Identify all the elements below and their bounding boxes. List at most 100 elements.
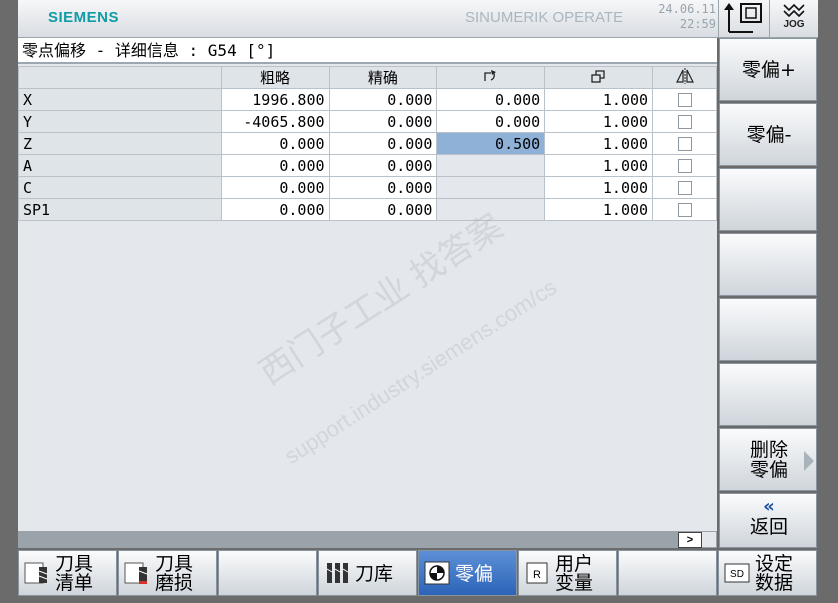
coarse-value[interactable]: 0.000 xyxy=(220,154,330,177)
header-bar: SIEMENS SINUMERIK OPERATE 24.06.11 22:59 xyxy=(18,0,718,38)
scale-value[interactable]: 1.000 xyxy=(544,198,654,221)
scale-column-header xyxy=(544,66,654,89)
jog-mode-indicator[interactable]: JOG xyxy=(769,0,818,38)
fine-value[interactable]: 0.000 xyxy=(328,110,438,133)
table-row: A 0.000 0.000 1.000 xyxy=(18,154,717,177)
time-display: 22:59 xyxy=(679,17,716,31)
scale-value[interactable]: 1.000 xyxy=(544,132,654,155)
softkey-label: 刀具 磨损 xyxy=(155,553,194,594)
coarse-column-header: 粗略 xyxy=(220,66,330,89)
rotation-value-empty xyxy=(436,154,546,177)
softkey-label: 零偏 xyxy=(455,562,494,585)
scale-value[interactable]: 1.000 xyxy=(544,154,654,177)
axis-label: X xyxy=(18,88,222,111)
mirror-checkbox-cell[interactable] xyxy=(652,110,717,133)
fine-value[interactable]: 0.000 xyxy=(328,154,438,177)
softkey-label: 返回 xyxy=(749,515,788,538)
table-row: C 0.000 0.000 1.000 xyxy=(18,176,717,199)
offset-table: 粗略 精确 X 1996.800 0.000 0.000 1.000 Y -40… xyxy=(18,66,717,221)
siemens-logo: SIEMENS xyxy=(48,9,120,26)
mirror-checkbox-cell[interactable] xyxy=(652,132,717,155)
scale-value[interactable]: 1.000 xyxy=(544,110,654,133)
softkey-delete-offset[interactable]: 删除 零偏 xyxy=(719,428,817,491)
rotation-value-selected[interactable]: 0.500 xyxy=(436,132,546,155)
mirror-checkbox-cell[interactable] xyxy=(652,176,717,199)
softkey-empty-bottom-3[interactable] xyxy=(218,550,317,596)
softkey-empty-bottom-7[interactable] xyxy=(618,550,717,596)
fine-column-header: 精确 xyxy=(328,66,438,89)
mirror-icon xyxy=(675,67,694,84)
softkey-label: 刀具 清单 xyxy=(55,553,94,594)
softkey-tool-wear[interactable]: 刀具 磨损 xyxy=(118,550,217,596)
rotation-column-header xyxy=(436,66,546,89)
fine-value[interactable]: 0.000 xyxy=(328,132,438,155)
coarse-value[interactable]: 1996.800 xyxy=(220,88,330,111)
softkey-user-variables[interactable]: R 用户 变量 xyxy=(518,550,617,596)
softkey-label: 设定 数据 xyxy=(755,553,794,594)
magazine-icon xyxy=(326,563,349,583)
page-title: 零点偏移 - 详细信息 : G54 [°] xyxy=(18,38,717,64)
softkey-tool-list[interactable]: 刀具 清单 xyxy=(18,550,117,596)
table-row: Y -4065.800 0.000 0.000 1.000 xyxy=(18,110,717,133)
rotation-value-empty xyxy=(436,176,546,199)
softkey-empty-5[interactable] xyxy=(719,298,817,361)
coarse-value[interactable]: -4065.800 xyxy=(220,110,330,133)
user-variable-icon-text: R xyxy=(533,569,541,581)
scrollbar-corner xyxy=(702,532,716,547)
rotation-value[interactable]: 0.000 xyxy=(436,88,546,111)
fine-value[interactable]: 0.000 xyxy=(328,198,438,221)
coarse-value[interactable]: 0.000 xyxy=(220,132,330,155)
coarse-value[interactable]: 0.000 xyxy=(220,198,330,221)
tool-list-icon xyxy=(24,562,48,584)
softkey-label: 零偏- xyxy=(746,123,792,146)
mirror-checkbox-cell[interactable] xyxy=(652,198,717,221)
softkey-empty-6[interactable] xyxy=(719,363,817,426)
mirror-checkbox[interactable] xyxy=(677,181,692,195)
axis-column-header xyxy=(18,66,222,89)
scale-icon xyxy=(590,69,605,83)
fine-value[interactable]: 0.000 xyxy=(328,176,438,199)
mirror-checkbox-cell[interactable] xyxy=(652,154,717,177)
work-offset-panel: 零点偏移 - 详细信息 : G54 [°] 粗略 精确 X 1996.800 0… xyxy=(18,38,717,548)
scale-value[interactable]: 1.000 xyxy=(544,176,654,199)
softkey-setting-data[interactable]: SD 设定 数据 xyxy=(718,550,817,596)
axis-label: SP1 xyxy=(18,198,222,221)
softkey-empty-4[interactable] xyxy=(719,233,817,296)
softkey-offset-minus[interactable]: 零偏- xyxy=(719,103,817,166)
mirror-checkbox[interactable] xyxy=(677,159,692,173)
softkey-label: 刀库 xyxy=(355,562,394,585)
machine-area-icon-button[interactable] xyxy=(718,0,769,38)
softkey-offset-plus[interactable]: 零偏+ xyxy=(719,38,817,101)
watermark-text: 西门子工业 找答案 xyxy=(252,207,510,393)
scroll-right-button[interactable]: > xyxy=(678,532,702,548)
softkey-label: 用户 变量 xyxy=(555,553,594,594)
softkey-back[interactable]: « 返回 xyxy=(719,493,817,548)
mirror-checkbox[interactable] xyxy=(677,137,692,151)
product-name: SINUMERIK OPERATE xyxy=(465,9,624,26)
table-header-row: 粗略 精确 xyxy=(18,66,717,89)
scale-value[interactable]: 1.000 xyxy=(544,88,654,111)
table-row: X 1996.800 0.000 0.000 1.000 xyxy=(18,88,717,111)
softkey-work-offset[interactable]: 零偏 xyxy=(418,550,517,596)
submenu-arrow-icon xyxy=(804,451,814,471)
tool-wear-icon xyxy=(124,562,148,584)
fine-value[interactable]: 0.000 xyxy=(328,88,438,111)
mirror-checkbox[interactable] xyxy=(677,115,692,129)
mirror-checkbox[interactable] xyxy=(677,203,692,217)
axis-label: C xyxy=(18,176,222,199)
rotation-value[interactable]: 0.000 xyxy=(436,110,546,133)
datetime: 24.06.11 22:59 xyxy=(638,2,716,32)
mirror-checkbox[interactable] xyxy=(677,93,692,107)
setting-data-icon: SD xyxy=(724,563,750,583)
jog-label: JOG xyxy=(783,19,805,30)
work-offset-icon xyxy=(424,561,450,585)
horizontal-scrollbar[interactable]: > xyxy=(18,531,717,548)
softkey-magazine[interactable]: 刀库 xyxy=(318,550,417,596)
coarse-value[interactable]: 0.000 xyxy=(220,176,330,199)
axis-label: A xyxy=(18,154,222,177)
mirror-checkbox-cell[interactable] xyxy=(652,88,717,111)
rotation-value-empty xyxy=(436,198,546,221)
table-row: Z 0.000 0.000 0.500 1.000 xyxy=(18,132,717,155)
date-display: 24.06.11 xyxy=(658,2,716,16)
softkey-empty-3[interactable] xyxy=(719,168,817,231)
